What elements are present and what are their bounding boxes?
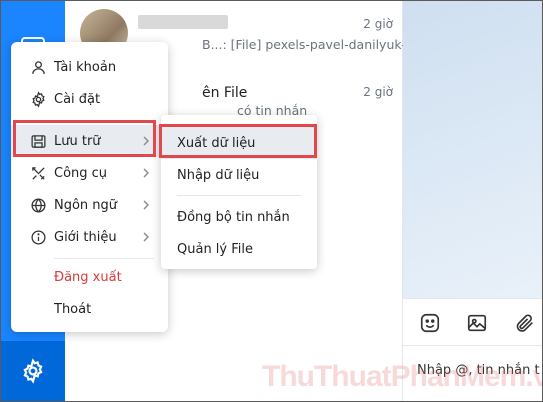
submenu-item-import-data[interactable]: Nhập dữ liệu — [161, 159, 317, 191]
submenu-item-label: Quản lý File — [177, 241, 254, 257]
submenu-divider — [177, 195, 301, 196]
attach-button[interactable] — [513, 311, 537, 335]
menu-item-tools[interactable]: Công cụ — [11, 157, 168, 189]
chevron-right-icon — [141, 200, 151, 210]
sticker-button[interactable] — [418, 311, 442, 335]
submenu-item-label: Nhập dữ liệu — [177, 167, 260, 183]
conversation-title: ên File — [202, 85, 248, 101]
chat-panel: Nhập @, tin nhắn t — [403, 1, 542, 401]
image-icon — [467, 314, 487, 332]
conversation-time: 2 giờ — [363, 17, 393, 31]
menu-item-label: Cài đặt — [54, 91, 101, 107]
gear-icon — [29, 90, 47, 108]
menu-item-label: Tài khoản — [54, 59, 117, 75]
globe-icon — [29, 196, 47, 214]
watermark: ThuThuatPhanMem.vn — [262, 360, 543, 393]
tools-icon — [29, 164, 47, 182]
conversation-time: 2 giờ — [363, 85, 393, 99]
menu-item-language[interactable]: Ngôn ngữ — [11, 189, 168, 221]
chevron-right-icon — [141, 232, 151, 242]
highlight-storage — [13, 120, 156, 157]
conversation-preview: B...: [File] pexels-pavel-danilyuk-... — [202, 37, 419, 52]
chat-background — [403, 1, 542, 298]
user-icon — [29, 58, 47, 76]
highlight-export-data — [159, 124, 317, 158]
sticker-icon — [420, 313, 440, 333]
menu-item-label: Ngôn ngữ — [54, 197, 118, 213]
chat-toolbar — [403, 298, 542, 346]
submenu-item-manage-files[interactable]: Quản lý File — [161, 233, 317, 265]
menu-item-label: Đăng xuất — [54, 269, 122, 285]
menu-item-about[interactable]: Giới thiệu — [11, 221, 168, 253]
menu-divider — [54, 258, 154, 259]
paperclip-icon — [516, 314, 533, 332]
submenu-item-sync-messages[interactable]: Đồng bộ tin nhắn — [161, 201, 317, 233]
info-icon — [29, 228, 47, 246]
settings-rail-button[interactable] — [1, 341, 65, 401]
gear-icon — [23, 358, 43, 384]
menu-item-settings[interactable]: Cài đặt — [11, 83, 168, 115]
menu-item-quit[interactable]: Thoát — [11, 293, 168, 325]
image-button[interactable] — [465, 311, 489, 335]
menu-item-account[interactable]: Tài khoản — [11, 51, 168, 83]
menu-item-label: Thoát — [54, 301, 92, 317]
menu-item-logout[interactable]: Đăng xuất — [11, 261, 168, 293]
menu-item-label: Công cụ — [54, 165, 108, 181]
menu-item-label: Giới thiệu — [54, 229, 117, 245]
chevron-right-icon — [141, 168, 151, 178]
blurred-contact-name — [138, 15, 228, 29]
submenu-item-label: Đồng bộ tin nhắn — [177, 209, 290, 225]
settings-menu: Tài khoản Cài đặt Lưu trữ Công cụ Ngôn n… — [11, 42, 168, 332]
